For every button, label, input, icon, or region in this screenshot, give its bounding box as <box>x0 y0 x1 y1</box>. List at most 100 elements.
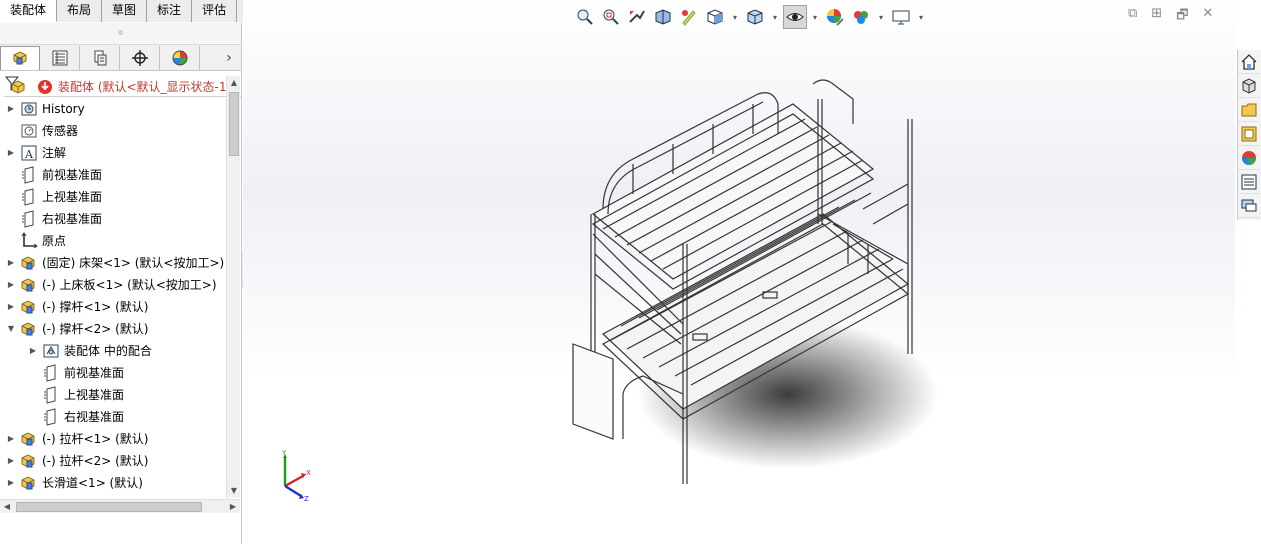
expand-toggle[interactable]: ▶ <box>6 252 16 274</box>
bunk-bed-3d-model[interactable] <box>563 64 983 494</box>
expand-toggle[interactable]: ▶ <box>6 142 16 164</box>
tree-node-label: 注解 <box>42 146 67 160</box>
y-axis-label: Y <box>281 450 287 457</box>
heads-up-view-toolbar: ▾ ▾ ▾ ▾ ▾ <box>573 4 927 30</box>
tree-node[interactable]: 右视基准面 <box>0 208 226 230</box>
tp-home-tab[interactable] <box>1238 50 1260 74</box>
property-manager-icon <box>52 50 67 65</box>
expand-toggle[interactable]: ▶ <box>6 472 16 494</box>
tree-node[interactable]: 上视基准面 <box>0 384 226 406</box>
expand-toggle[interactable]: ▶ <box>28 340 38 362</box>
tree-node[interactable]: ▶ (-) 撑杆<1> (默认) <box>0 296 226 318</box>
tab-0[interactable]: 装配体 <box>0 0 58 22</box>
tree-node[interactable]: ▶ (-) 上床板<1> (默认<按加工>) <box>0 274 226 296</box>
pane-drag-handle[interactable]: ⌾ <box>0 23 241 45</box>
tree-node-label: 前视基准面 <box>64 366 125 380</box>
plane-icon <box>20 188 38 206</box>
previous-view-button[interactable] <box>625 5 649 29</box>
hide-show-items-button[interactable] <box>783 5 807 29</box>
manager-tabs-more-button[interactable]: › <box>217 50 241 66</box>
scrollbar-thumb[interactable] <box>16 502 202 512</box>
part-icon <box>20 276 38 294</box>
scroll-up-button[interactable]: ▲ <box>227 76 241 90</box>
tree-node[interactable]: ▶ History <box>0 98 226 120</box>
tree-node[interactable]: 原点 <box>0 230 226 252</box>
feature-manager-tab[interactable] <box>0 45 40 70</box>
edit-appearance-button[interactable] <box>823 5 847 29</box>
tab-4[interactable]: 评估 <box>192 0 238 22</box>
property-manager-tab[interactable] <box>40 45 80 70</box>
tab-3[interactable]: 标注 <box>147 0 193 22</box>
tree-node[interactable]: ▶ (固定) 床架<1> (默认<按加工>) <box>0 252 226 274</box>
tab-2[interactable]: 草图 <box>102 0 148 22</box>
close-document-button[interactable]: ✕ <box>1202 6 1213 28</box>
tree-node-label: 长滑道<1> (默认) <box>42 476 143 490</box>
tree-node-label: 右视基准面 <box>42 212 103 226</box>
apply-scene-dropdown[interactable]: ▾ <box>875 5 887 29</box>
view-palette-icon <box>1241 126 1257 141</box>
z-axis <box>284 484 302 498</box>
tree-node[interactable]: ▼ (-) 撑杆<2> (默认) <box>0 318 226 340</box>
display-style-dropdown[interactable]: ▾ <box>769 5 781 29</box>
display-style-button[interactable] <box>743 5 767 29</box>
tree-node[interactable]: ▶ (-) 拉杆<1> (默认) <box>0 428 226 450</box>
expand-toggle[interactable]: ▶ <box>6 296 16 318</box>
expand-toggle[interactable]: ▶ <box>6 274 16 296</box>
part-icon <box>20 298 38 316</box>
tree-horizontal-scrollbar[interactable]: ◀ ▶ <box>0 499 240 513</box>
apply-scene-button[interactable] <box>849 5 873 29</box>
tree-vertical-scrollbar[interactable]: ▲ ▼ <box>226 76 240 498</box>
plane-icon <box>20 210 38 228</box>
expand-toggle[interactable]: ▶ <box>6 428 16 450</box>
dynamic-annotation-icon <box>682 10 696 26</box>
tile-right-button[interactable]: ⊞ <box>1151 6 1162 28</box>
tree-node[interactable]: 前视基准面 <box>0 164 226 186</box>
configuration-manager-tab[interactable] <box>80 45 120 70</box>
dimxpert-manager-tab[interactable] <box>120 45 160 70</box>
tp-custom-properties-tab[interactable] <box>1238 170 1260 194</box>
tree-node[interactable]: ▶ (-) 拉杆<2> (默认) <box>0 450 226 472</box>
tree-node[interactable]: 右视基准面 <box>0 406 226 428</box>
tab-1[interactable]: 布局 <box>57 0 103 22</box>
tp-forum-tab[interactable] <box>1238 194 1260 218</box>
scroll-down-button[interactable]: ▼ <box>227 484 241 498</box>
view-settings-dropdown[interactable]: ▾ <box>915 5 927 29</box>
dynamic-annotation-button[interactable] <box>677 5 701 29</box>
view-orientation-button[interactable] <box>703 5 727 29</box>
tp-parts-library-tab[interactable] <box>1238 74 1260 98</box>
expand-toggle[interactable]: ▶ <box>6 450 16 472</box>
tree-node[interactable]: ▶ 装配体 中的配合 <box>0 340 226 362</box>
tree-root-node[interactable]: 装配体 (默认<默认_显示状态-1>) <box>0 76 226 98</box>
feature-manager-icon <box>13 51 27 65</box>
configuration-manager-icon <box>94 50 106 65</box>
tp-appearances-tab[interactable] <box>1238 146 1260 170</box>
expand-toggle[interactable]: ▼ <box>6 318 16 340</box>
scroll-right-button[interactable]: ▶ <box>226 500 240 514</box>
tree-node[interactable]: 上视基准面 <box>0 186 226 208</box>
tp-view-palette-tab[interactable] <box>1238 122 1260 146</box>
scroll-left-button[interactable]: ◀ <box>0 500 14 514</box>
expand-toggle[interactable]: ▶ <box>6 98 16 120</box>
restore-window-button[interactable]: 🗗 <box>1176 6 1188 28</box>
solidworks-window: 装配体布局草图标注评估SOLIDWORKS 插件MBD ⌾ › 装配体 <box>0 0 1261 544</box>
tp-file-explorer-tab[interactable] <box>1238 98 1260 122</box>
rebuild-error-icon <box>36 78 54 96</box>
appearances-icon <box>1242 150 1256 165</box>
tree-node[interactable]: 传感器 <box>0 120 226 142</box>
tree-node[interactable]: ▶ A 注解 <box>0 142 226 164</box>
section-view-button[interactable] <box>651 5 675 29</box>
tree-node-label: 前视基准面 <box>42 168 103 182</box>
scrollbar-thumb[interactable] <box>229 92 239 156</box>
zoom-to-area-button[interactable] <box>599 5 623 29</box>
tree-node[interactable] <box>0 494 226 498</box>
zoom-to-fit-button[interactable] <box>573 5 597 29</box>
tile-left-button[interactable]: ⧉ <box>1128 6 1137 28</box>
hide-show-dropdown[interactable]: ▾ <box>809 5 821 29</box>
display-manager-tab[interactable] <box>160 45 200 70</box>
graphics-area[interactable]: ▾ ▾ ▾ ▾ ▾ ⧉ ⊞ 🗗 ✕ Y X Z <box>243 0 1235 544</box>
tree-node[interactable]: 前视基准面 <box>0 362 226 384</box>
view-orientation-dropdown[interactable]: ▾ <box>729 5 741 29</box>
view-settings-button[interactable] <box>889 5 913 29</box>
history-icon <box>20 100 38 118</box>
tree-node[interactable]: ▶ 长滑道<1> (默认) <box>0 472 226 494</box>
